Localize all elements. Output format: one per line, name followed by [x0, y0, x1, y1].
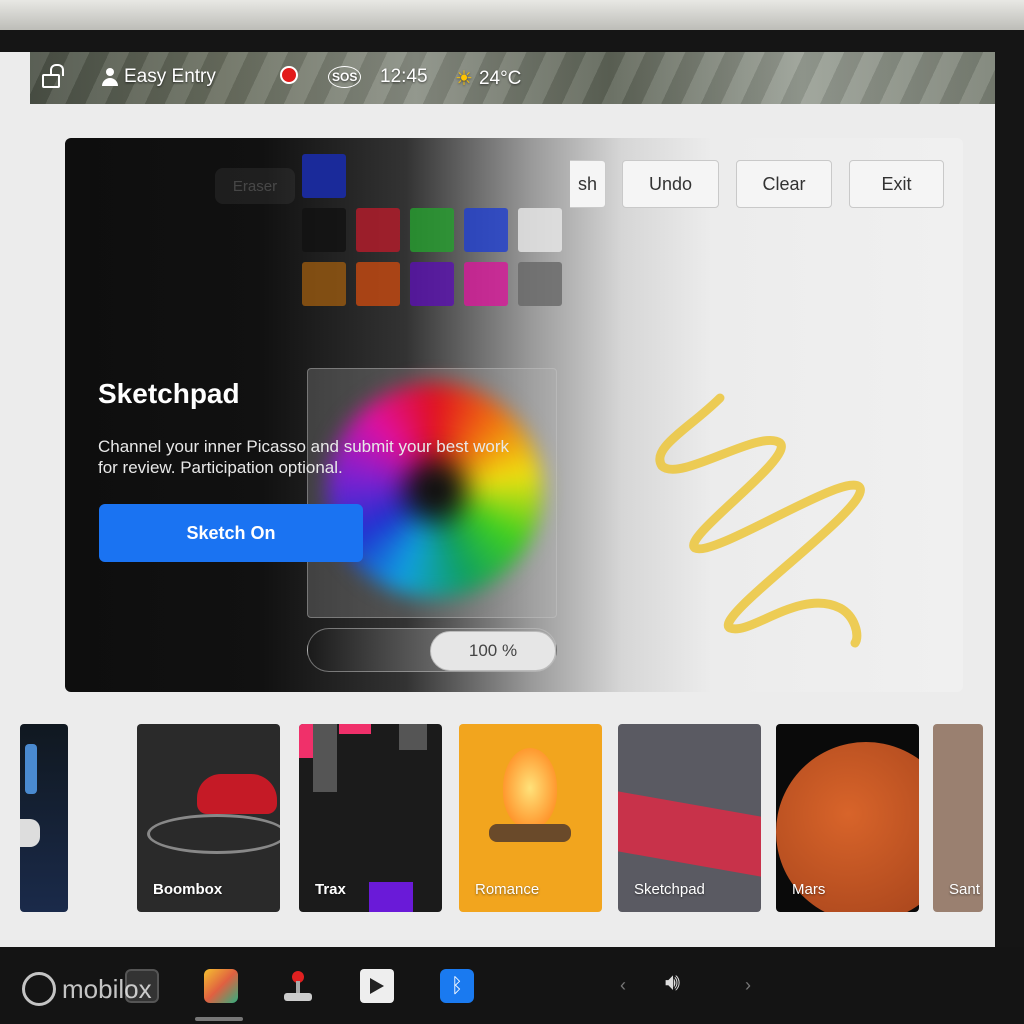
eraser-button[interactable]: Eraser: [215, 168, 295, 204]
dashcam-button[interactable]: [280, 66, 298, 84]
trax-key: [399, 724, 427, 750]
sos-button[interactable]: SOS: [328, 66, 362, 88]
boombox-ring: [147, 814, 280, 854]
volume-down-chevron-icon[interactable]: ‹: [620, 975, 626, 996]
exit-button[interactable]: Exit: [849, 160, 944, 208]
opacity-value: 100 %: [430, 631, 556, 671]
weather: ☀ 24°C: [455, 66, 521, 91]
sos-icon: SOS: [328, 66, 362, 88]
card-label: Romance: [475, 881, 540, 898]
opacity-slider[interactable]: 100 %: [307, 628, 557, 672]
status-bar: Easy Entry SOS 12:45 ☀ 24°C: [30, 52, 995, 104]
temperature-readout: 24°C: [478, 67, 522, 89]
sketchpad-title: Sketchpad: [98, 378, 240, 409]
trax-note: [339, 724, 371, 734]
driver-profile[interactable]: Easy Entry: [102, 66, 216, 88]
card-boombox[interactable]: Boombox: [137, 724, 280, 912]
card-label: Boombox: [153, 881, 223, 898]
partial-card-object: [20, 819, 40, 847]
palette-swatch[interactable]: [302, 262, 346, 306]
drawing-canvas-scribble: [655, 393, 865, 648]
volume-up-chevron-icon[interactable]: ›: [745, 975, 751, 996]
selected-color-swatch[interactable]: [302, 154, 346, 198]
bluetooth-icon[interactable]: ᛒ: [440, 969, 474, 1003]
card-label: Sketchpad: [634, 881, 705, 898]
card-sketchpad[interactable]: Sketchpad: [618, 724, 761, 912]
joystick-base: [284, 993, 312, 1001]
palette-swatch[interactable]: [356, 262, 400, 306]
time-readout: 12:45: [380, 66, 428, 87]
clear-button[interactable]: Clear: [736, 160, 832, 208]
card-label: Mars: [792, 881, 826, 898]
clock: 12:45: [380, 66, 428, 88]
card-romance[interactable]: Romance: [459, 724, 602, 912]
joystick-icon[interactable]: [282, 969, 316, 1003]
palette-swatch[interactable]: [464, 262, 508, 306]
sketch-on-label: Sketch On: [186, 522, 276, 543]
watermark: mobilox: [22, 972, 152, 1006]
palette-swatch[interactable]: [302, 208, 346, 252]
trax-key: [313, 724, 337, 792]
palette-swatch[interactable]: [518, 208, 562, 252]
campfire-flame: [503, 748, 557, 828]
clear-button-label: Clear: [762, 173, 806, 194]
brush-button[interactable]: sh: [570, 160, 606, 208]
campfire-logs: [489, 824, 571, 842]
joystick-stick: [296, 981, 300, 993]
palette-swatch[interactable]: [518, 262, 562, 306]
sketchpad-modal: Eraser 100 % sh Undo Clear Exit Sketchpa…: [65, 138, 963, 692]
card-label: Sant: [949, 881, 980, 898]
red-car: [197, 774, 277, 814]
card-trax[interactable]: Trax: [299, 724, 442, 912]
card-label: Trax: [315, 881, 346, 898]
volume-icon[interactable]: 🔊︎: [665, 969, 680, 997]
card-partial-right[interactable]: Sant: [933, 724, 983, 912]
touchscreen: Easy Entry SOS 12:45 ☀ 24°C Eraser 100 %…: [0, 52, 995, 947]
palette-swatch[interactable]: [464, 208, 508, 252]
toybox-icon[interactable]: [204, 969, 238, 1003]
driver-profile-label: Easy Entry: [124, 66, 216, 87]
brush-button-label: sh: [577, 173, 597, 194]
trax-note: [299, 724, 313, 758]
record-icon: [280, 66, 298, 84]
palette-swatch[interactable]: [410, 208, 454, 252]
sketchpad-description: Channel your inner Picasso and submit yo…: [98, 437, 510, 477]
partial-card-art: [25, 744, 37, 794]
sun-icon: ☀: [455, 68, 473, 90]
theater-icon[interactable]: [360, 969, 394, 1003]
card-mars[interactable]: Mars: [776, 724, 919, 912]
watermark-logo-icon: [22, 972, 56, 1006]
unlock-icon: [42, 64, 64, 88]
undo-button-label: Undo: [648, 173, 693, 194]
bezel-top-edge: [0, 0, 1024, 30]
exit-button-label: Exit: [881, 173, 912, 194]
bottom-dock: ᛒ ‹ 🔊︎ ›: [0, 947, 1024, 1024]
trax-note: [369, 882, 413, 912]
palette-swatch[interactable]: [356, 208, 400, 252]
active-app-indicator: [195, 1017, 243, 1021]
watermark-text: mobilox: [62, 973, 152, 1004]
roadster-car: [618, 791, 761, 877]
person-icon: [102, 68, 118, 86]
palette-swatch[interactable]: [410, 262, 454, 306]
sketch-on-button[interactable]: Sketch On: [99, 504, 363, 562]
undo-button[interactable]: Undo: [622, 160, 719, 208]
card-partial-left[interactable]: [20, 724, 68, 912]
lock-toggle[interactable]: [42, 64, 64, 88]
play-glyph: [370, 978, 384, 994]
